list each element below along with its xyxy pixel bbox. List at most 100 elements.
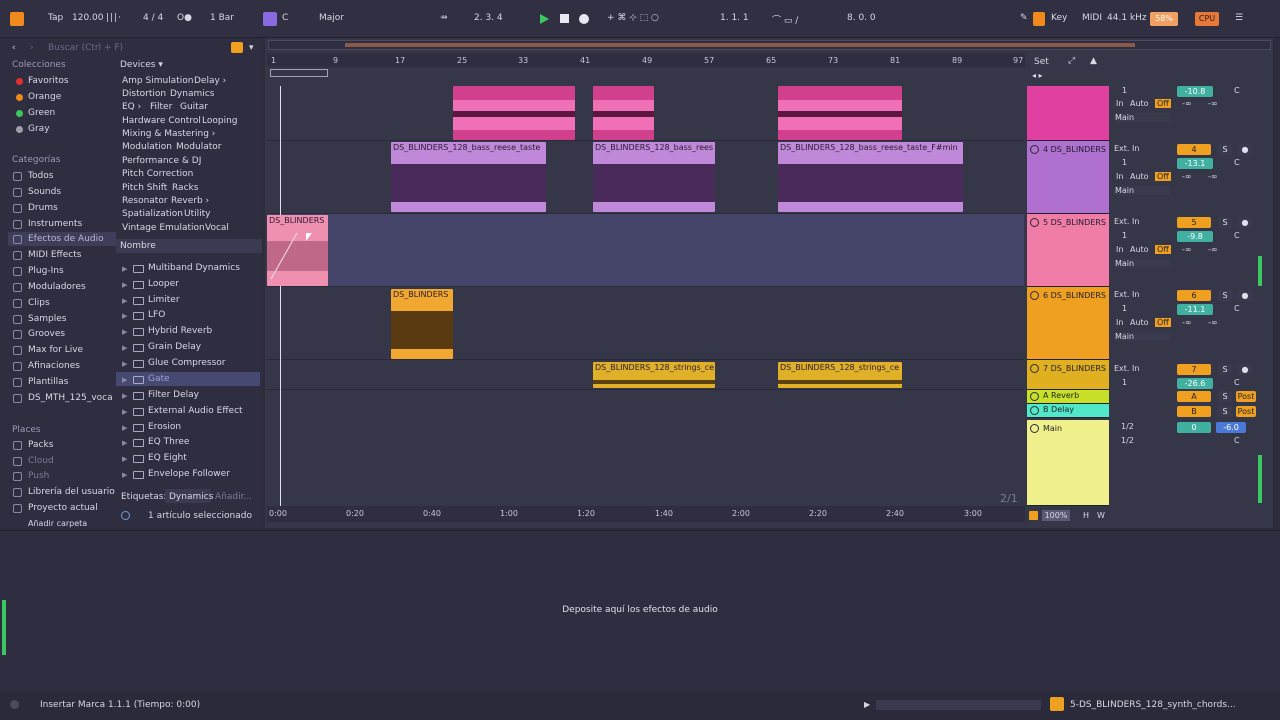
output-channel[interactable]: 1/2 bbox=[1121, 436, 1134, 445]
return-header[interactable]: B Delay bbox=[1027, 404, 1109, 418]
key-map-icon[interactable] bbox=[1033, 12, 1045, 26]
audio-clip[interactable]: DS_BLINDERS_128_strings_ce bbox=[778, 362, 902, 388]
fold-icon[interactable] bbox=[1030, 364, 1039, 373]
collection-item[interactable]: Gray bbox=[28, 124, 50, 134]
input-channel[interactable]: 1 bbox=[1122, 158, 1127, 167]
category-item[interactable]: Todos bbox=[28, 171, 53, 181]
volume-field[interactable]: -13.1 bbox=[1177, 158, 1213, 169]
expand-icon[interactable]: ▶ bbox=[122, 312, 127, 320]
monitor-off[interactable]: Off bbox=[1155, 318, 1171, 327]
track-name[interactable]: B Delay bbox=[1043, 405, 1074, 414]
arm-button[interactable]: ● bbox=[1238, 217, 1252, 228]
browser-item[interactable]: Hybrid Reverb bbox=[148, 326, 212, 336]
quantize-field[interactable]: 1 Bar bbox=[210, 13, 234, 23]
audio-clip[interactable]: DS_BLINDERS_128_bass_reese_taste_F#min bbox=[778, 142, 963, 212]
monitor-in[interactable]: In bbox=[1116, 245, 1123, 254]
track-header[interactable]: 7 DS_BLINDERS bbox=[1027, 360, 1109, 390]
browser-item[interactable]: Filter Delay bbox=[148, 390, 199, 400]
monitor-off[interactable]: Off bbox=[1155, 172, 1171, 181]
main-header[interactable]: Main bbox=[1027, 420, 1109, 506]
place-item[interactable]: Librería del usuario bbox=[28, 487, 115, 497]
tag-item[interactable]: Vocal bbox=[205, 223, 229, 233]
time-ruler[interactable] bbox=[267, 506, 1025, 522]
audio-clip[interactable]: DS_BLINDERS_128_bass_rees bbox=[593, 142, 715, 212]
metronome-icon[interactable]: |||· bbox=[106, 13, 122, 23]
expand-icon[interactable]: ▶ bbox=[122, 471, 127, 479]
loop-length[interactable]: 8. 0. 0 bbox=[847, 13, 876, 23]
loop-brace[interactable] bbox=[270, 69, 328, 77]
main-volume[interactable]: -6.0 bbox=[1216, 422, 1246, 433]
send-b[interactable]: -∞ bbox=[1208, 172, 1218, 181]
pan-label[interactable]: C bbox=[1234, 378, 1240, 387]
browser-item[interactable]: Grain Delay bbox=[148, 342, 201, 352]
tag-item[interactable]: Distortion bbox=[122, 89, 166, 99]
midi-button[interactable]: MIDI bbox=[1082, 13, 1102, 23]
volume-field[interactable]: -26.6 bbox=[1177, 378, 1213, 389]
category-item[interactable]: Moduladores bbox=[28, 282, 86, 292]
collection-item[interactable]: Favoritos bbox=[28, 76, 69, 86]
draw-icon[interactable]: ✎ bbox=[1020, 13, 1028, 23]
place-item[interactable]: Push bbox=[28, 471, 49, 481]
post-button[interactable]: Post bbox=[1236, 391, 1256, 402]
filter-icon[interactable] bbox=[231, 42, 243, 53]
browser-item[interactable]: EQ Three bbox=[148, 437, 189, 447]
output-select[interactable]: Main bbox=[1115, 186, 1170, 195]
meter-field[interactable]: 4 / 4 bbox=[143, 13, 163, 23]
fold-icon[interactable] bbox=[1030, 145, 1039, 154]
solo-button[interactable]: S bbox=[1218, 406, 1232, 417]
track-number[interactable]: 4 bbox=[1177, 144, 1211, 155]
fold-icon[interactable] bbox=[1030, 218, 1039, 227]
track-name[interactable]: 5 DS_BLINDERS bbox=[1043, 218, 1106, 227]
send-a[interactable]: -∞ bbox=[1182, 172, 1192, 181]
playhead[interactable] bbox=[280, 86, 281, 506]
browser-item[interactable]: Limiter bbox=[148, 295, 180, 305]
input-type[interactable]: Ext. In bbox=[1114, 217, 1139, 226]
zoom-icon[interactable] bbox=[1029, 511, 1038, 520]
post-button[interactable]: Post bbox=[1236, 406, 1256, 417]
tag-item[interactable]: Vintage Emulation bbox=[122, 223, 205, 233]
monitor-in[interactable]: In bbox=[1116, 318, 1123, 327]
fold-icon[interactable] bbox=[1030, 424, 1039, 433]
audio-clip[interactable] bbox=[778, 86, 902, 140]
expand-icon[interactable]: ▶ bbox=[122, 265, 127, 273]
scale-icon[interactable] bbox=[263, 12, 277, 26]
devices-title[interactable]: Devices ▾ bbox=[120, 60, 163, 70]
tag-item[interactable]: Delay › bbox=[194, 76, 226, 86]
track-header[interactable]: 6 DS_BLINDERS bbox=[1027, 287, 1109, 360]
solo-button[interactable]: S bbox=[1218, 290, 1232, 301]
solo-button[interactable]: S bbox=[1218, 364, 1232, 375]
output-select[interactable]: Main bbox=[1115, 259, 1170, 268]
tag-item[interactable]: Resonator bbox=[122, 196, 168, 206]
expand-icon[interactable]: ▶ bbox=[122, 328, 127, 336]
category-item[interactable]: Plantillas bbox=[28, 377, 68, 387]
track-number[interactable]: 6 bbox=[1177, 290, 1211, 301]
pan-label[interactable]: C bbox=[1234, 436, 1240, 445]
audio-clip[interactable] bbox=[593, 86, 654, 140]
track-name[interactable]: A Reverb bbox=[1043, 391, 1079, 400]
expand-icon[interactable]: ▶ bbox=[122, 360, 127, 368]
expand-icon[interactable]: ⤢ bbox=[1068, 56, 1075, 66]
tag-item[interactable]: Mixing & Mastering › bbox=[122, 129, 215, 139]
input-channel[interactable]: 1 bbox=[1122, 231, 1127, 240]
arm-button[interactable]: ● bbox=[1238, 364, 1252, 375]
key-root[interactable]: C bbox=[282, 13, 288, 23]
category-item[interactable]: Efectos de Audio bbox=[28, 234, 104, 244]
fold-icon[interactable] bbox=[1030, 406, 1039, 415]
tag-item[interactable]: Amp Simulation bbox=[122, 76, 193, 86]
send-b[interactable]: -∞ bbox=[1208, 245, 1218, 254]
output-select[interactable]: Main bbox=[1115, 113, 1170, 122]
pan-label[interactable]: C bbox=[1234, 86, 1240, 95]
send-b[interactable]: -∞ bbox=[1208, 99, 1218, 108]
track-number[interactable]: 5 bbox=[1177, 217, 1211, 228]
category-item[interactable]: Drums bbox=[28, 203, 58, 213]
category-item[interactable]: Sounds bbox=[28, 187, 61, 197]
monitor-auto[interactable]: Auto bbox=[1130, 172, 1149, 181]
browser-item[interactable]: Erosion bbox=[148, 422, 181, 432]
send-a[interactable]: -∞ bbox=[1182, 245, 1192, 254]
browser-item[interactable]: External Audio Effect bbox=[148, 406, 243, 416]
send-a[interactable]: -∞ bbox=[1182, 318, 1192, 327]
browser-item[interactable]: Looper bbox=[148, 279, 179, 289]
track-header[interactable] bbox=[1027, 86, 1109, 141]
punch-icon[interactable]: ⇸ bbox=[440, 13, 448, 23]
tag-item[interactable]: Hardware Control bbox=[122, 116, 201, 126]
